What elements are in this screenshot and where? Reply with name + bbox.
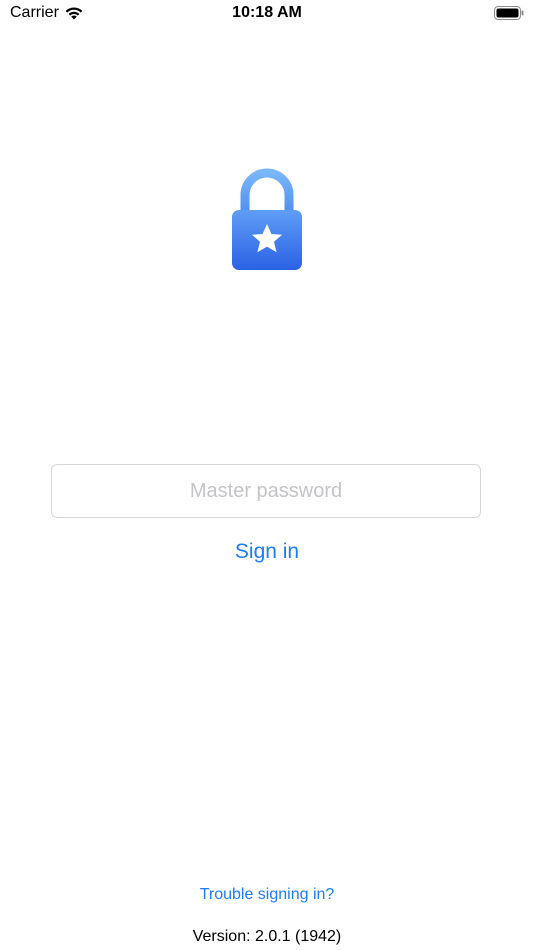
trouble-signing-in-link[interactable]: Trouble signing in? bbox=[0, 886, 534, 904]
status-time: 10:18 AM bbox=[232, 4, 302, 21]
lock-star-icon bbox=[232, 168, 302, 270]
sign-in-button[interactable]: Sign in bbox=[167, 534, 367, 570]
version-label: Version: 2.0.1 (1942) bbox=[192, 928, 342, 945]
status-bar: Carrier 10:18 AM bbox=[0, 0, 534, 30]
master-password-input[interactable] bbox=[51, 464, 481, 518]
battery-icon bbox=[494, 6, 524, 20]
